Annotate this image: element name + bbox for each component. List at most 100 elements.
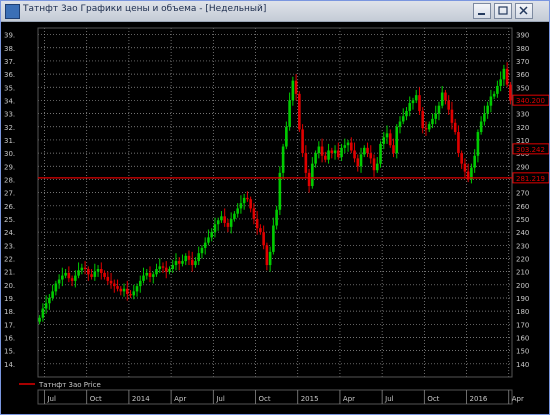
- y-tick-label-right: 160: [516, 334, 529, 342]
- candle-body: [372, 158, 376, 171]
- candle-body: [54, 283, 58, 292]
- candle-body: [252, 208, 256, 219]
- candle-body: [67, 272, 71, 279]
- candle-body: [61, 275, 64, 280]
- candle-body: [401, 116, 405, 122]
- y-tick-label-right: 350: [516, 84, 529, 92]
- candle-body: [80, 267, 84, 271]
- candle-body: [161, 266, 165, 268]
- y-tick-label-right: 180: [516, 308, 529, 316]
- candle-body: [41, 308, 45, 318]
- candle-body: [268, 251, 272, 266]
- candle-body: [333, 150, 337, 154]
- candle-body: [70, 278, 74, 281]
- candle-body: [340, 147, 343, 158]
- close-button[interactable]: [515, 3, 533, 19]
- x-tick-label: Oct: [259, 395, 271, 403]
- candle-body: [304, 153, 308, 173]
- candle-body: [236, 208, 239, 214]
- candle-body: [346, 142, 350, 146]
- candle-body: [132, 291, 136, 296]
- y-tick-label-left: 34.: [4, 97, 15, 105]
- candle-body: [158, 266, 162, 270]
- candle-body: [421, 110, 425, 129]
- candle-body: [353, 150, 356, 159]
- candle-body: [246, 197, 249, 200]
- candle-body: [239, 203, 243, 209]
- y-tick-label-right: 370: [516, 58, 529, 66]
- candle-body: [431, 118, 434, 125]
- x-tick-label: 2015: [301, 395, 319, 403]
- candle-body: [359, 154, 363, 167]
- candle-body: [177, 261, 181, 264]
- x-tick-label: Oct: [427, 395, 439, 403]
- candle-body: [460, 153, 463, 164]
- price-marker-label: 340.200: [516, 97, 545, 105]
- y-tick-label-left: 38.: [4, 45, 15, 53]
- candle-body: [229, 218, 233, 227]
- y-tick-label-right: 320: [516, 124, 529, 132]
- price-marker-label: 303.242: [516, 146, 545, 154]
- price-chart[interactable]: 140 14. 150 15. 160 16. 170 17. 180 18. 190 19. 200 2…: [1, 22, 549, 414]
- candle-body: [265, 245, 269, 266]
- candle-body: [77, 270, 80, 276]
- candle-body: [129, 294, 132, 296]
- candle-body: [255, 218, 259, 229]
- y-tick-label-right: 190: [516, 295, 529, 303]
- y-tick-label-right: 140: [516, 361, 529, 369]
- y-tick-label-right: 200: [516, 282, 529, 290]
- candle-body: [262, 232, 265, 246]
- title-bar[interactable]: Татнфт 3ао Графики цены и объема - [Неде…: [1, 1, 549, 22]
- candle-body: [148, 272, 152, 277]
- y-tick-label-right: 360: [516, 71, 529, 79]
- y-tick-label-right: 290: [516, 163, 529, 171]
- candle-body: [288, 100, 291, 127]
- candle-body: [349, 142, 353, 151]
- candle-body: [249, 199, 252, 209]
- candle-body: [301, 129, 304, 154]
- candle-body: [100, 269, 103, 273]
- chart-area[interactable]: 140 14. 150 15. 160 16. 170 17. 180 18. 190 19. 200 2…: [1, 22, 549, 414]
- candle-body: [181, 261, 184, 264]
- candle-body: [190, 259, 194, 266]
- minimize-button[interactable]: [473, 3, 491, 19]
- y-tick-label-left: 39.: [4, 32, 15, 40]
- y-tick-label-left: 15.: [4, 348, 15, 356]
- restore-button[interactable]: [494, 3, 512, 19]
- y-tick-label-left: 16.: [4, 334, 15, 342]
- candle-body: [184, 255, 188, 262]
- candle-body: [392, 145, 395, 154]
- candle-body: [48, 297, 51, 304]
- y-tick-label-left: 29.: [4, 163, 15, 171]
- candle-body: [489, 96, 493, 106]
- candle-body: [311, 163, 314, 187]
- candle-body: [479, 121, 483, 133]
- candle-body: [385, 133, 389, 138]
- y-tick-label-left: 18.: [4, 308, 15, 316]
- x-tick-label: Apr: [512, 395, 524, 403]
- candle-body: [291, 80, 295, 101]
- candle-body: [324, 155, 327, 160]
- candle-body: [476, 132, 480, 156]
- candle-body: [492, 93, 496, 97]
- candle-body: [418, 95, 421, 111]
- candle-body: [275, 209, 278, 226]
- y-tick-label-left: 31.: [4, 137, 15, 145]
- y-tick-label-right: 150: [516, 348, 529, 356]
- y-tick-label-left: 19.: [4, 295, 15, 303]
- y-tick-label-right: 210: [516, 269, 529, 277]
- y-tick-label-left: 14.: [4, 361, 15, 369]
- y-tick-label-left: 32.: [4, 124, 15, 132]
- candle-body: [427, 124, 431, 130]
- candle-body: [366, 147, 369, 154]
- candle-body: [155, 269, 158, 275]
- y-tick-label-left: 28.: [4, 176, 15, 184]
- y-tick-label-right: 390: [516, 32, 529, 40]
- candle-body: [210, 232, 213, 238]
- candle-body: [151, 274, 155, 277]
- candle-body: [505, 68, 509, 85]
- x-tick-label: Jul: [46, 395, 56, 403]
- y-tick-label-right: 170: [516, 321, 529, 329]
- candle-body: [112, 283, 116, 287]
- y-tick-label-left: 36.: [4, 71, 15, 79]
